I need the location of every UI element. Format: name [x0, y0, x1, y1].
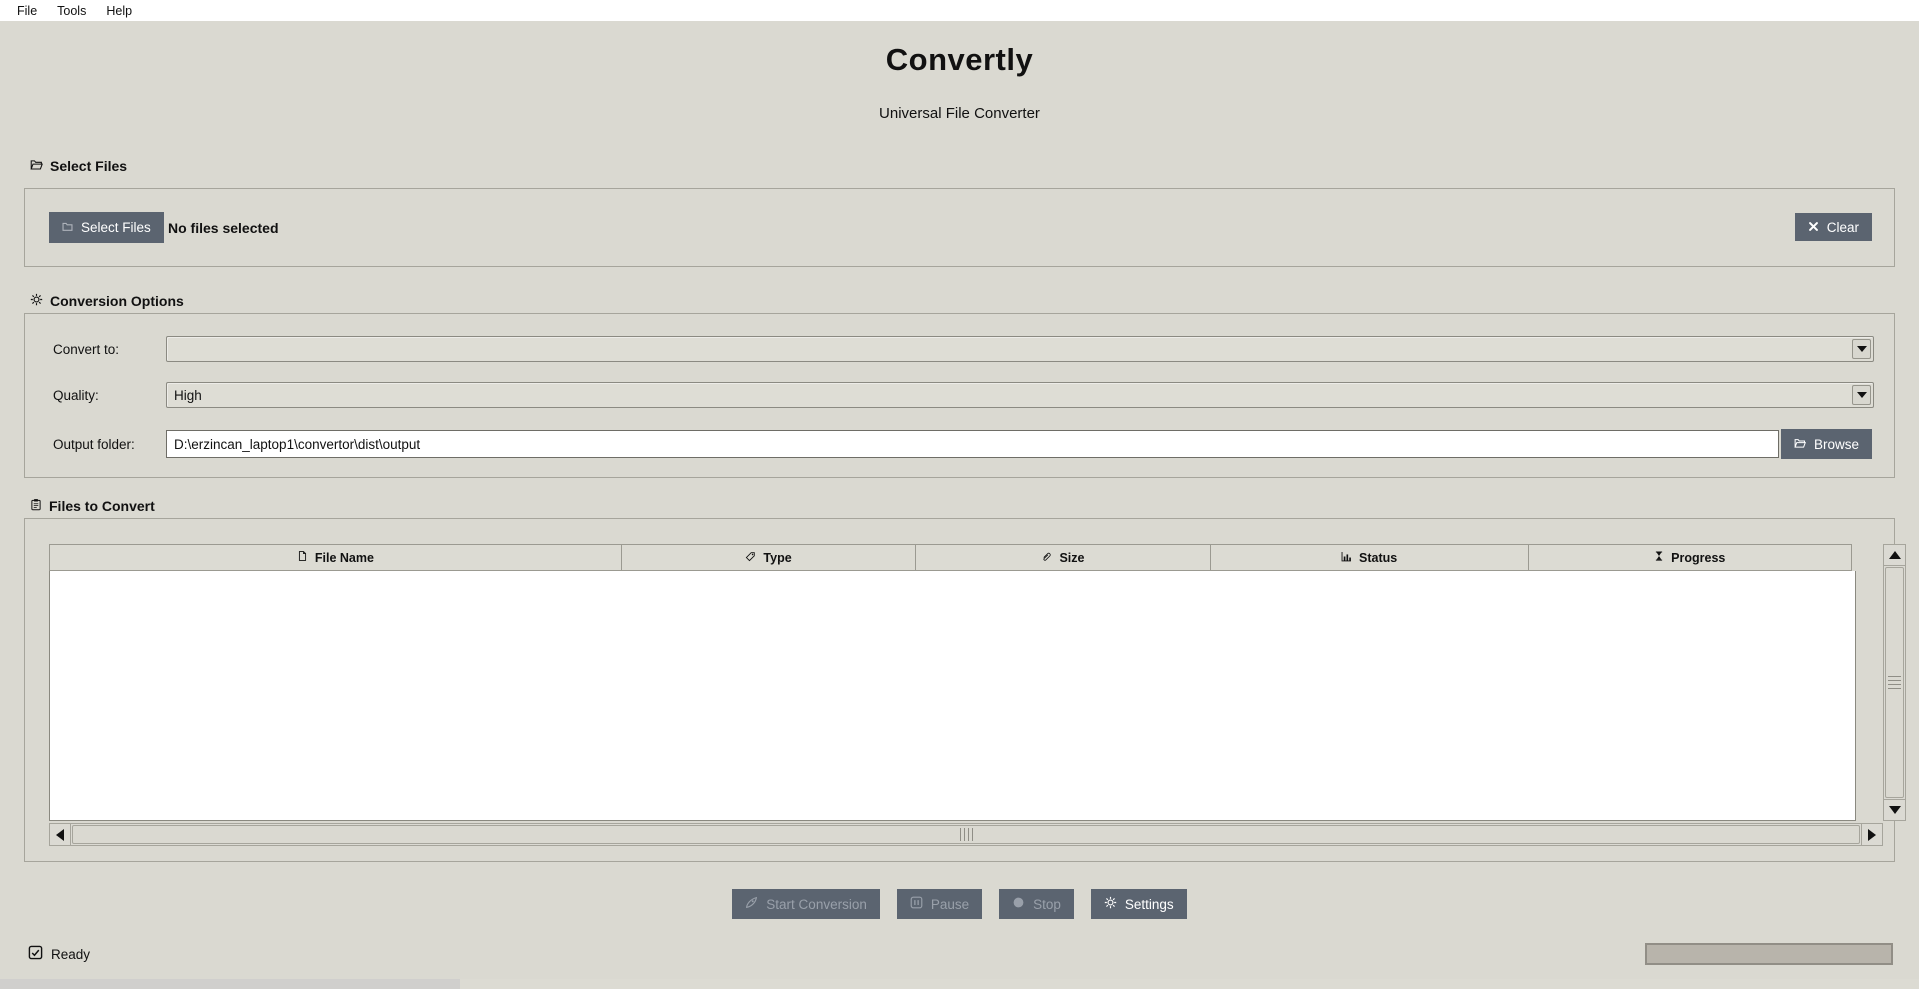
files-table: File Name Type Size Status Progress	[49, 544, 1856, 821]
triangle-left-icon	[56, 828, 64, 841]
column-header-file-name[interactable]: File Name	[49, 544, 622, 571]
clipboard-icon	[30, 498, 42, 514]
menu-bar: File Tools Help	[0, 0, 1919, 21]
conversion-options-section-label: Conversion Options	[28, 293, 186, 309]
files-to-convert-section-label: Files to Convert	[28, 498, 157, 514]
app-title: Convertly	[885, 42, 1034, 77]
grip-icon	[959, 828, 973, 841]
horizontal-scrollbar-thumb[interactable]	[72, 825, 1860, 844]
grip-icon	[1888, 676, 1901, 689]
conversion-options-groupbox: Convert to: Quality: High Output folder:…	[24, 313, 1895, 478]
pause-button[interactable]: Pause	[896, 889, 983, 919]
window-edge-right	[460, 979, 1919, 989]
select-files-section-text: Select Files	[50, 158, 128, 174]
convert-to-combobox[interactable]	[166, 336, 1874, 362]
x-icon	[1808, 220, 1819, 235]
quality-value: High	[174, 387, 202, 403]
scroll-down-button[interactable]	[1884, 799, 1905, 820]
quality-combobox[interactable]: High	[166, 382, 1874, 408]
column-header-label: Progress	[1671, 550, 1726, 565]
chevron-down-icon	[1856, 346, 1867, 352]
bar-chart-icon	[1341, 551, 1352, 565]
document-icon	[297, 550, 308, 565]
conversion-options-section-text: Conversion Options	[50, 293, 184, 309]
gear-icon	[1104, 896, 1117, 912]
browse-button[interactable]: Browse	[1780, 429, 1872, 459]
column-header-size[interactable]: Size	[915, 544, 1211, 571]
rocket-icon	[745, 896, 758, 912]
clear-button-label: Clear	[1826, 219, 1859, 235]
stop-button[interactable]: Stop	[999, 889, 1074, 919]
horizontal-scrollbar[interactable]	[49, 823, 1883, 846]
scroll-right-button[interactable]	[1861, 824, 1882, 845]
open-folder-icon	[30, 158, 43, 174]
browse-button-label: Browse	[1813, 436, 1859, 452]
output-folder-label: Output folder:	[53, 436, 135, 452]
chevron-down-icon	[1856, 392, 1867, 398]
scroll-left-button[interactable]	[50, 824, 71, 845]
select-files-groupbox: Select Files No files selected Clear	[24, 188, 1895, 267]
gear-icon	[30, 293, 43, 309]
column-header-label: File Name	[314, 550, 374, 565]
files-table-body[interactable]	[49, 571, 1856, 821]
pause-icon	[910, 896, 923, 912]
paperclip-icon	[1041, 551, 1052, 565]
column-header-status[interactable]: Status	[1209, 544, 1529, 571]
files-table-header: File Name Type Size Status Progress	[49, 544, 1856, 571]
checkbox-checked-icon	[28, 945, 43, 963]
settings-label: Settings	[1124, 896, 1174, 912]
status-text: Ready	[51, 946, 91, 962]
tag-icon	[745, 551, 756, 565]
column-header-label: Size	[1059, 550, 1085, 565]
files-to-convert-section-text: Files to Convert	[49, 498, 155, 514]
menu-tools[interactable]: Tools	[47, 2, 96, 20]
progress-bar	[1645, 943, 1893, 965]
convert-to-dropdown-button[interactable]	[1852, 339, 1871, 359]
scroll-up-button[interactable]	[1884, 545, 1905, 566]
open-folder-icon	[1794, 437, 1806, 452]
column-header-type[interactable]: Type	[620, 544, 917, 571]
stop-icon	[1012, 896, 1025, 912]
vertical-scrollbar-thumb[interactable]	[1885, 567, 1904, 798]
clear-button[interactable]: Clear	[1794, 213, 1872, 241]
column-header-label: Status	[1359, 550, 1398, 565]
app-subtitle: Universal File Converter	[879, 105, 1040, 122]
hourglass-icon	[1654, 550, 1664, 565]
files-to-convert-groupbox: File Name Type Size Status Progress	[24, 518, 1906, 862]
vertical-scrollbar[interactable]	[1883, 544, 1906, 821]
quality-label: Quality:	[53, 387, 99, 403]
pause-label: Pause	[930, 896, 970, 912]
select-files-section-label: Select Files	[28, 158, 130, 174]
start-conversion-button[interactable]: Start Conversion	[732, 889, 880, 919]
status-bar: Ready	[28, 945, 90, 963]
column-header-label: Type	[763, 550, 792, 565]
select-files-button-label: Select Files	[81, 220, 151, 235]
stop-label: Stop	[1033, 896, 1061, 912]
action-buttons-row: Start Conversion Pause Stop Settings	[0, 889, 1919, 919]
triangle-up-icon	[1888, 551, 1901, 559]
triangle-right-icon	[1868, 828, 1876, 841]
triangle-down-icon	[1888, 806, 1901, 814]
quality-dropdown-button[interactable]	[1852, 385, 1871, 405]
output-folder-input[interactable]	[166, 430, 1779, 458]
select-files-button[interactable]: Select Files	[49, 212, 164, 243]
convert-to-label: Convert to:	[53, 341, 120, 357]
column-header-progress[interactable]: Progress	[1527, 544, 1852, 571]
start-conversion-label: Start Conversion	[766, 896, 867, 912]
folder-icon	[62, 220, 73, 235]
settings-button[interactable]: Settings	[1090, 889, 1187, 919]
menu-file[interactable]: File	[7, 2, 47, 20]
menu-help[interactable]: Help	[96, 2, 142, 20]
files-status-text: No files selected	[168, 219, 279, 236]
window-edge-left	[0, 979, 460, 989]
